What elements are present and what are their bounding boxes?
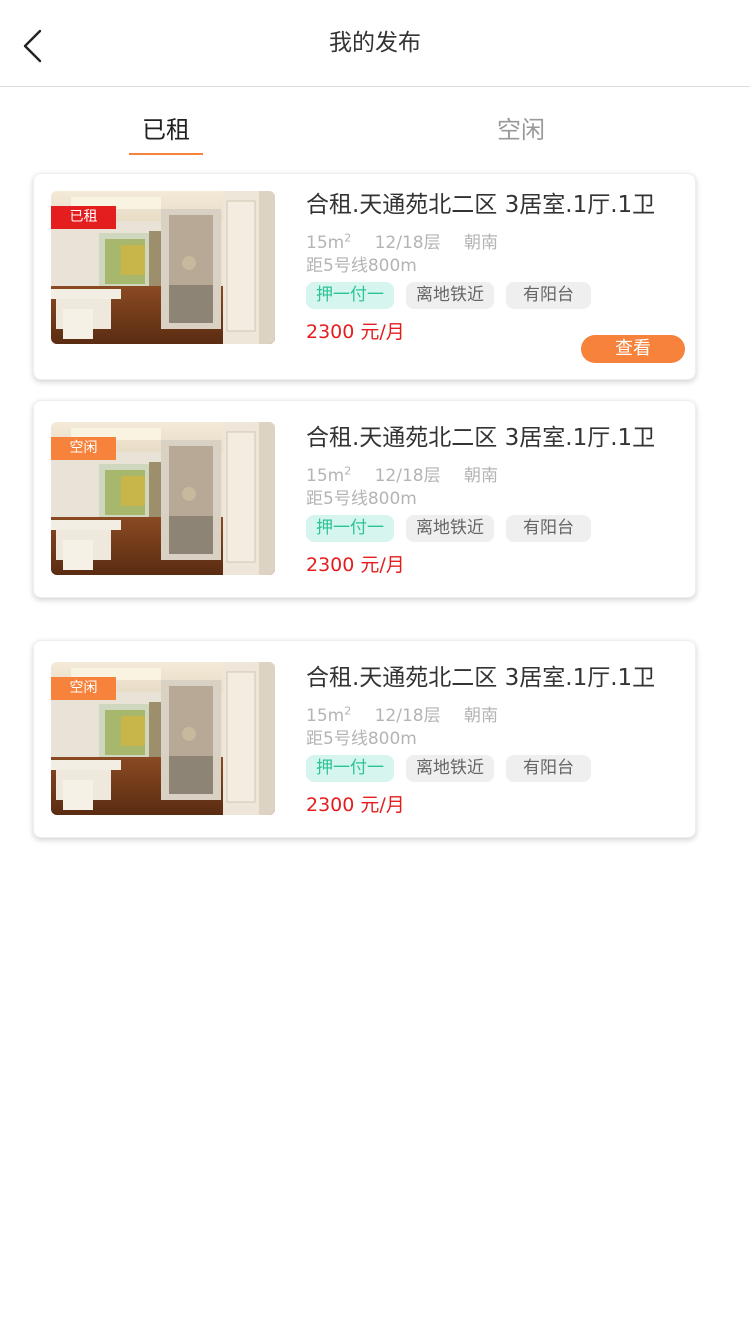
listing-tags: 押一付一 离地铁近 有阳台 xyxy=(306,755,685,783)
status-badge: 空闲 xyxy=(51,437,116,460)
listing-meta: 15m2 12/18层 朝南 xyxy=(306,457,685,486)
listing-floor: 12/18层 xyxy=(374,705,441,726)
tab-idle[interactable]: 空闲 xyxy=(483,110,559,156)
listing-distance: 距5号线800m xyxy=(306,489,417,509)
tag: 押一付一 xyxy=(306,755,394,782)
page-title: 我的发布 xyxy=(329,30,421,56)
listing-orientation: 朝南 xyxy=(464,232,499,253)
listing-title: 合租.天通苑北二区 3居室.1厅.1卫 xyxy=(306,425,656,451)
listing-card[interactable]: 空闲 合租.天通苑北二区 3居室.1厅.1卫 15m2 12/18层 朝南 距5… xyxy=(33,640,696,838)
listing-area: 15m2 xyxy=(306,231,352,253)
status-tabs: 已租 空闲 xyxy=(0,88,750,162)
listing-price: 2300 元/月 xyxy=(306,794,405,816)
tag: 离地铁近 xyxy=(406,515,494,542)
listing-info: 合租.天通苑北二区 3居室.1厅.1卫 15m2 12/18层 朝南 距5号线8… xyxy=(306,188,685,346)
listing-area: 15m2 xyxy=(306,464,352,486)
tag: 押一付一 xyxy=(306,282,394,309)
tag: 有阳台 xyxy=(506,282,591,309)
listing-distance: 距5号线800m xyxy=(306,256,417,276)
listing-price: 2300 元/月 xyxy=(306,554,405,576)
listing-info: 合租.天通苑北二区 3居室.1厅.1卫 15m2 12/18层 朝南 距5号线8… xyxy=(306,661,685,819)
tag: 离地铁近 xyxy=(406,755,494,782)
back-button[interactable] xyxy=(14,22,54,70)
listing-tags: 押一付一 离地铁近 有阳台 xyxy=(306,282,685,310)
listing-distance: 距5号线800m xyxy=(306,729,417,749)
listing-card[interactable]: 空闲 合租.天通苑北二区 3居室.1厅.1卫 15m2 12/18层 朝南 距5… xyxy=(33,400,696,598)
listing-meta: 15m2 12/18层 朝南 xyxy=(306,224,685,253)
tag: 有阳台 xyxy=(506,755,591,782)
listing-photo: 空闲 xyxy=(51,662,275,815)
listing-title: 合租.天通苑北二区 3居室.1厅.1卫 xyxy=(306,665,656,691)
view-button[interactable]: 查看 xyxy=(581,335,685,363)
listing-floor: 12/18层 xyxy=(374,232,441,253)
listing-photo: 空闲 xyxy=(51,422,275,575)
chevron-left-icon xyxy=(23,29,42,63)
listing-tags: 押一付一 离地铁近 有阳台 xyxy=(306,515,685,543)
tag: 押一付一 xyxy=(306,515,394,542)
status-badge: 空闲 xyxy=(51,677,116,700)
listing-floor: 12/18层 xyxy=(374,465,441,486)
listing-card[interactable]: 已租 合租.天通苑北二区 3居室.1厅.1卫 15m2 12/18层 朝南 距5… xyxy=(33,173,696,380)
active-tab-indicator xyxy=(129,153,203,155)
listing-meta: 15m2 12/18层 朝南 xyxy=(306,697,685,726)
tag: 离地铁近 xyxy=(406,282,494,309)
nav-bar: 我的发布 xyxy=(0,0,750,87)
listing-title: 合租.天通苑北二区 3居室.1厅.1卫 xyxy=(306,192,656,218)
tab-rented[interactable]: 已租 xyxy=(129,110,203,156)
tag: 有阳台 xyxy=(506,515,591,542)
status-badge: 已租 xyxy=(51,206,116,229)
listing-orientation: 朝南 xyxy=(464,705,499,726)
listing-photo: 已租 xyxy=(51,191,275,344)
listing-area: 15m2 xyxy=(306,704,352,726)
listing-orientation: 朝南 xyxy=(464,465,499,486)
listing-info: 合租.天通苑北二区 3居室.1厅.1卫 15m2 12/18层 朝南 距5号线8… xyxy=(306,421,685,579)
